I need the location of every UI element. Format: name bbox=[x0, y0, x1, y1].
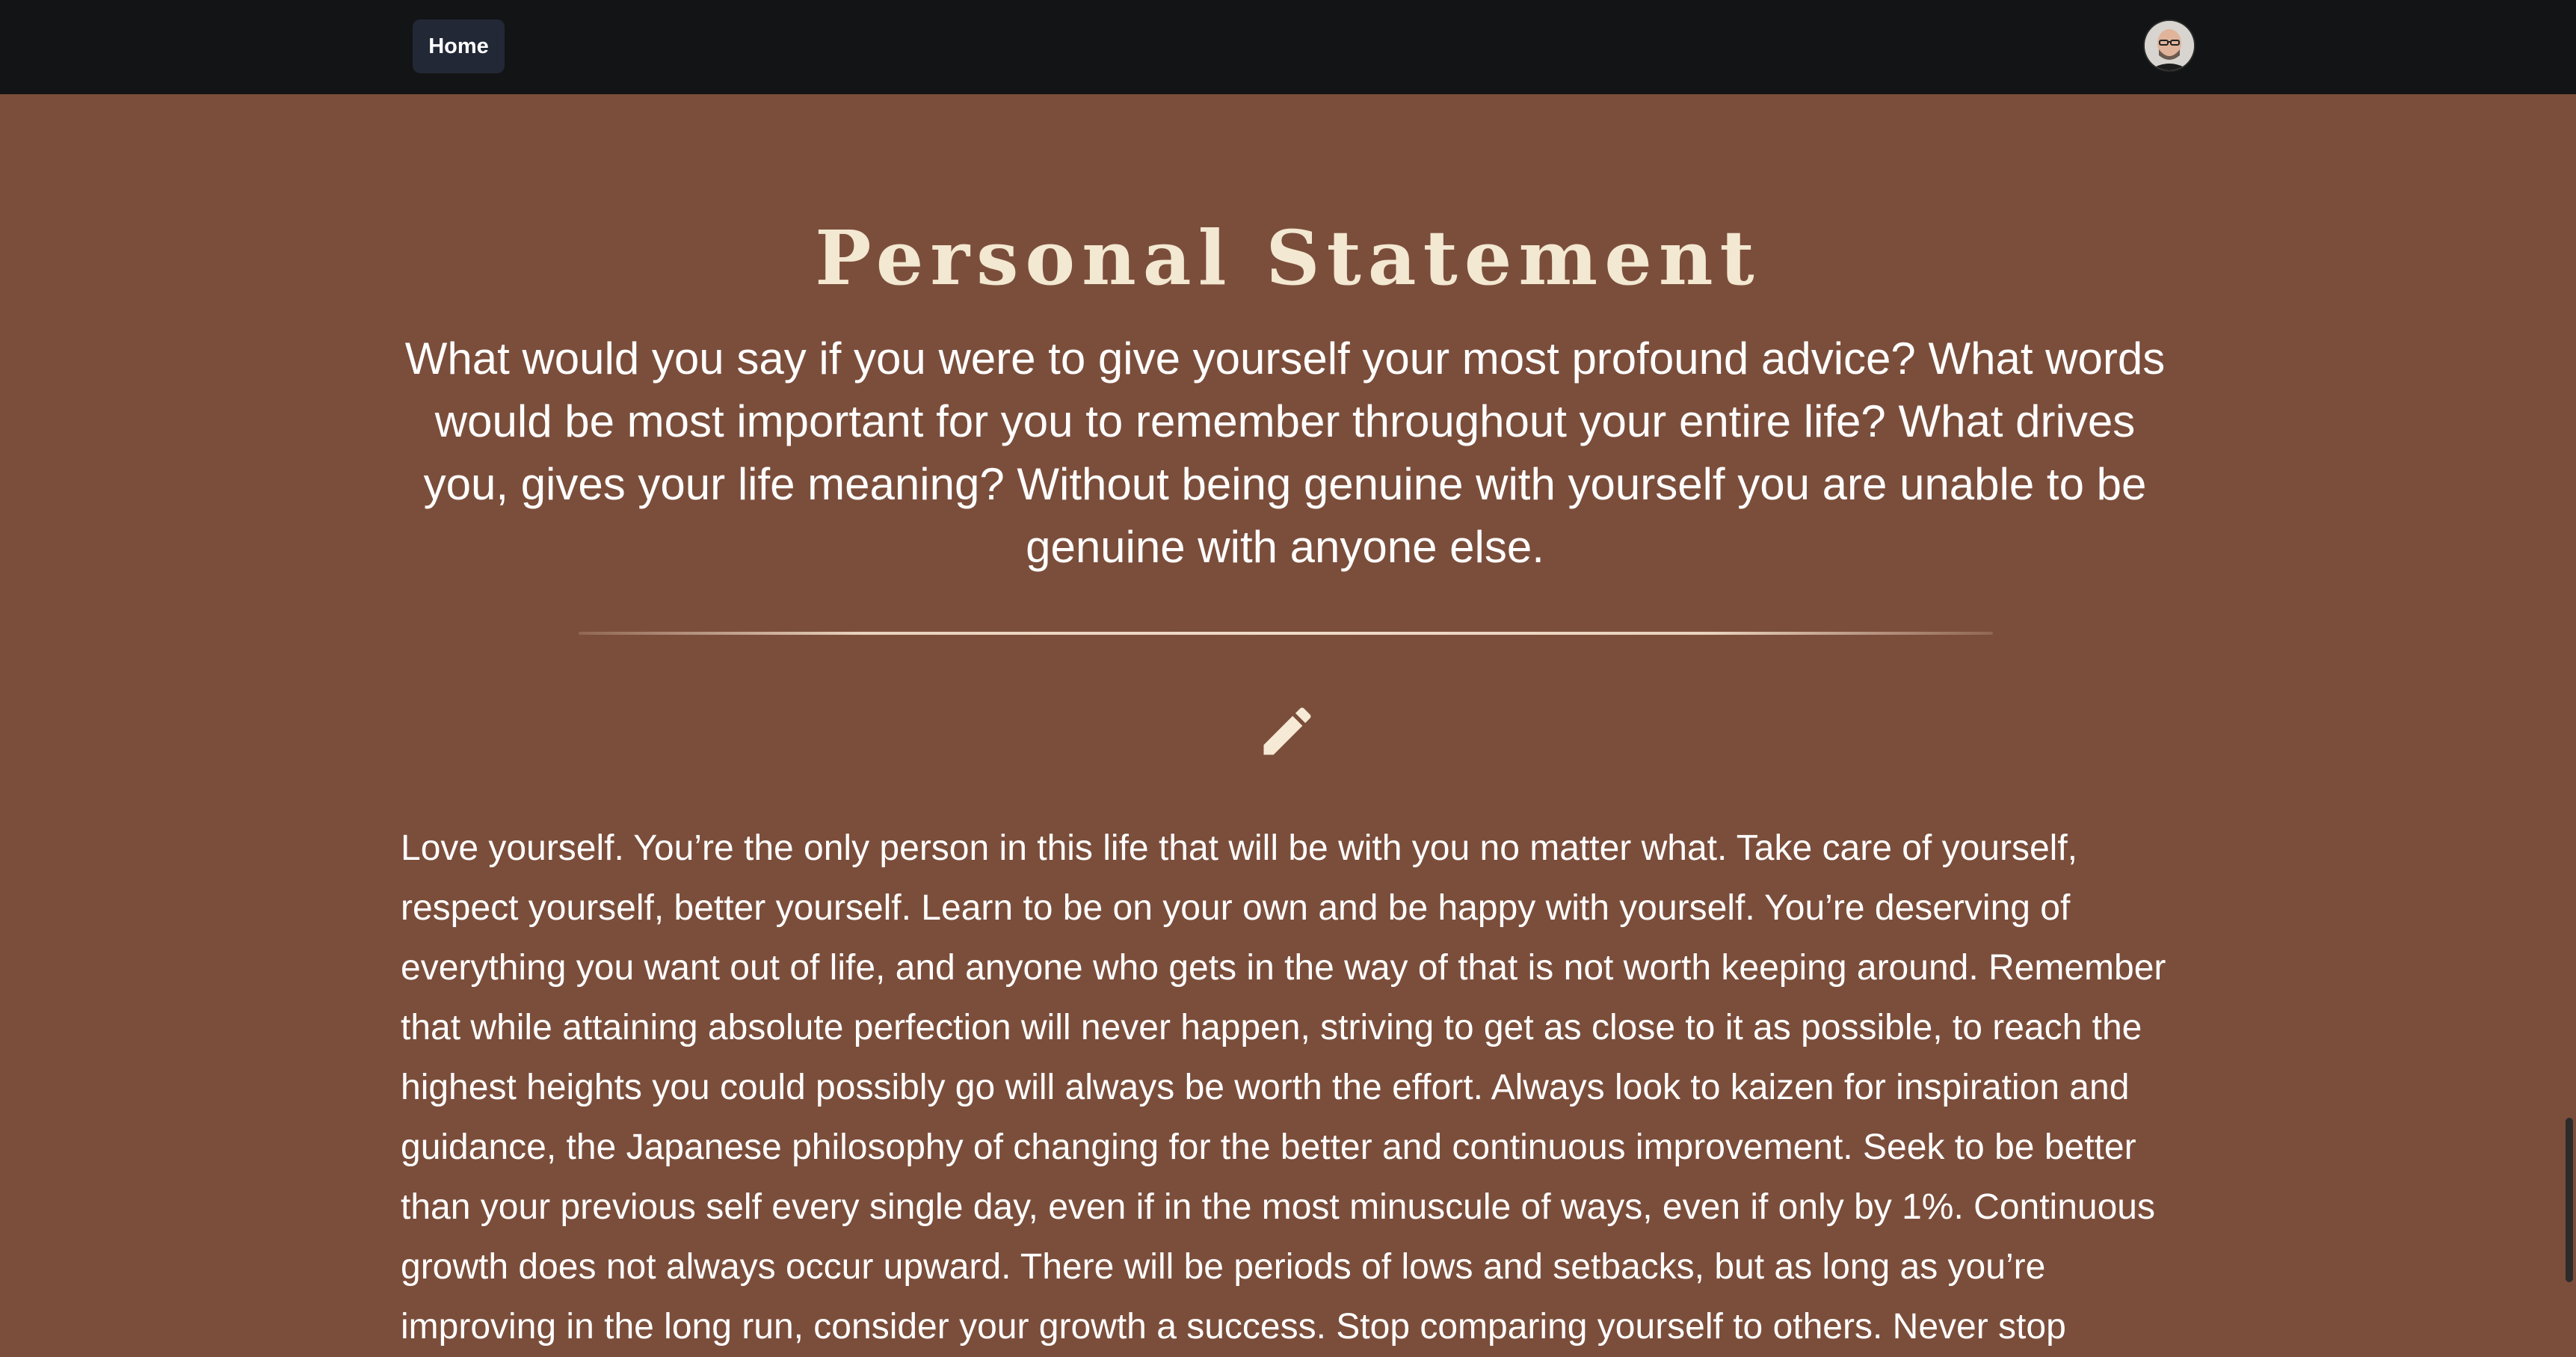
scrollbar[interactable] bbox=[2566, 1118, 2573, 1282]
avatar-image bbox=[2145, 21, 2194, 70]
home-button[interactable]: Home bbox=[413, 19, 505, 73]
user-avatar[interactable] bbox=[2145, 21, 2194, 70]
statement-paragraph: Love yourself. You’re the only person in… bbox=[401, 828, 2166, 1347]
page-title: Personal Statement bbox=[815, 214, 1761, 302]
intro-paragraph: What would you say if you were to give y… bbox=[404, 333, 2166, 572]
section-divider bbox=[579, 632, 1993, 635]
pencil-icon bbox=[1256, 700, 1319, 763]
top-navbar: Home bbox=[0, 0, 2576, 94]
